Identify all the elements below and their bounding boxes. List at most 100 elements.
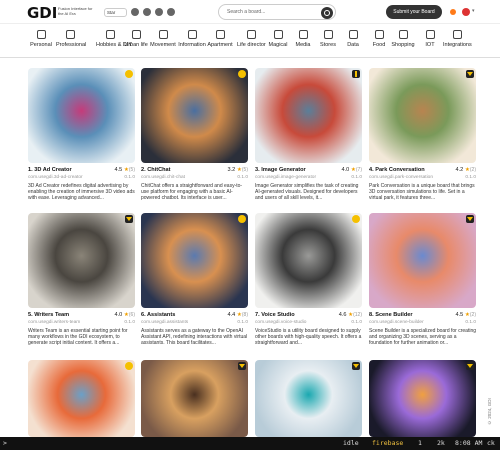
category-life-director[interactable]: Life director [237,30,266,54]
board-card[interactable] [28,360,135,437]
rating-count: (2) [469,312,476,318]
category-label: Stores [320,42,336,48]
board-rating: 4.4 ★(8) [228,312,248,318]
category-personal[interactable]: Personal [27,30,55,54]
food-icon [374,30,384,39]
category-magical[interactable]: Magical [264,30,292,54]
board-thumbnail[interactable] [255,213,362,308]
board-version: 0.1.0 [351,175,362,180]
wand-icon [273,30,283,39]
language-flag-icon[interactable] [450,9,456,15]
cart-icon [398,30,408,39]
board-version: 0.1.0 [465,320,476,325]
category-iot[interactable]: IOT [416,30,444,54]
avatar[interactable] [462,8,470,16]
board-thumbnail[interactable] [28,213,135,308]
board-title[interactable]: 1. 3D Ad Creator [28,167,72,173]
board-slug: com.usegdi.voice-studio [255,320,307,325]
board-thumbnail[interactable] [141,213,248,308]
link-icon[interactable] [167,8,175,16]
board-card[interactable]: 5. Writers Team 4.0 ★(6) com.usegdi.writer… [28,213,135,353]
board-version: 0.1.0 [351,320,362,325]
board-slug: com.usegdi.3d-ad-creator [28,175,83,180]
board-card[interactable]: 6. Assistants 4.4 ★(8) com.usegdi.assistan… [141,213,248,353]
board-thumbnail[interactable] [28,68,135,163]
search-icon[interactable] [321,7,333,19]
star-icon: ★ [122,312,129,318]
board-card[interactable]: 1. 3D Ad Creator 4.5 ★(5) com.usegdi.3d-ad… [28,68,135,208]
status-time: 8:08 AM [455,439,483,447]
board-card[interactable] [255,360,362,437]
submit-board-button[interactable]: Submit your Board [386,5,442,19]
board-card[interactable] [369,360,476,437]
board-thumbnail[interactable] [255,68,362,163]
status-badge [352,215,360,223]
board-rating: 4.5 ★(5) [115,167,135,173]
category-label: Personal [30,42,52,48]
category-apartment[interactable]: Apartment [206,30,234,54]
status-badge [466,70,474,78]
x-social-icon[interactable] [131,8,139,16]
chevron-down-icon[interactable]: ▾ [472,8,475,14]
logo-tagline: Fusion Interface for the AI Era [58,6,93,16]
status-idle: idle [343,439,359,447]
board-title[interactable]: 4. Park Conversation [369,167,425,173]
board-card[interactable]: 4. Park Conversation 4.2 ★(2) com.usegdi.p… [369,68,476,208]
category-stores[interactable]: Stores [314,30,342,54]
github-star-button[interactable]: Star [104,8,127,17]
board-title[interactable]: 6. Assistants [141,312,175,318]
board-description: 3D Ad Creator redefines digital advertis… [28,183,135,201]
status-count-2: 2k [437,439,445,447]
terminal-status-bar: > idle firebase 1 2k 8:08 AM ck [0,437,500,450]
board-title[interactable]: 3. Image Generator [255,167,306,173]
category-bar: Personal Professional Hobbies & DIY Urban l… [0,30,500,54]
board-slug: com.usegdi.park-conversation [369,175,433,180]
status-badge [466,215,474,223]
side-copyright: © 2024, GDI [487,398,492,425]
board-rating: 4.0 ★(7) [342,167,362,173]
board-thumbnail[interactable] [28,360,135,437]
category-label: Apartment [207,42,233,48]
board-description: ChitChat offers a straightforward and ea… [141,183,243,201]
category-information[interactable]: Information [178,30,206,54]
board-card[interactable]: 2. ChitChat 3.2 ★(5) com.usegdi.chit-chat 0… [141,68,248,208]
youtube-icon[interactable] [155,8,163,16]
board-slug: com.usegdi.chit-chat [141,175,185,180]
category-shopping[interactable]: Shopping [389,30,417,54]
board-thumbnail[interactable] [141,68,248,163]
category-data[interactable]: Data [339,30,367,54]
board-title[interactable]: 5. Writers Team [28,312,69,318]
board-thumbnail[interactable] [369,213,476,308]
category-movement[interactable]: Movement [149,30,177,54]
category-media[interactable]: Media [289,30,317,54]
board-title[interactable]: 2. ChitChat [141,167,171,173]
briefcase-icon [65,30,75,39]
rating-count: (8) [241,312,248,318]
category-label: Shopping [391,42,415,48]
board-card[interactable]: 3. Image Generator 4.0 ★(7) com.usegdi.ima… [255,68,362,208]
board-rating: 3.2 ★(5) [228,167,248,173]
board-thumbnail[interactable] [369,68,476,163]
board-title[interactable]: 8. Scene Builder [369,312,413,318]
board-thumbnail[interactable] [255,360,362,437]
status-end: ck [487,439,495,447]
board-card[interactable]: 8. Scene Builder 4.5 ★(2) com.usegdi.scene… [369,213,476,353]
board-thumbnail[interactable] [369,360,476,437]
category-hobbies-diy[interactable]: Hobbies & DIY [96,30,132,54]
logo[interactable]: GDI [27,4,57,22]
star-icon: ★ [235,312,242,318]
search-input[interactable]: Search a board... [218,4,336,20]
category-integrations[interactable]: Integrations [443,30,472,54]
category-label: Professional [56,42,87,48]
board-card[interactable]: 7. Voice Studio 4.6 ★(12) com.usegdi.voice… [255,213,362,353]
rating-count: (7) [355,167,362,173]
board-title[interactable]: 7. Voice Studio [255,312,295,318]
category-urban-life[interactable]: Urban life [122,30,150,54]
board-card[interactable] [141,360,248,437]
board-description: Scene Builder is a specialized board for… [369,328,477,346]
board-thumbnail[interactable] [141,360,248,437]
category-professional[interactable]: Professional [56,30,87,54]
discord-icon[interactable] [143,8,151,16]
board-slug: com.usegdi.scene-builder [369,320,424,325]
status-badge [125,70,133,78]
